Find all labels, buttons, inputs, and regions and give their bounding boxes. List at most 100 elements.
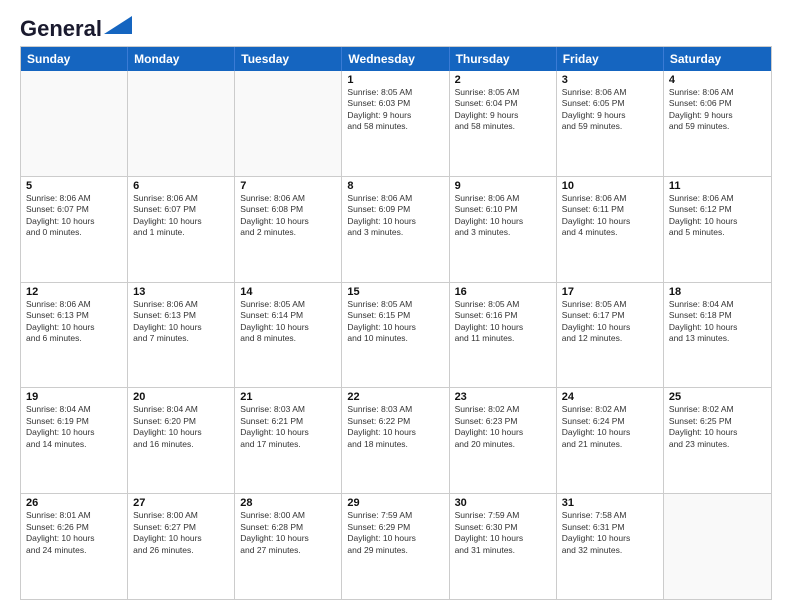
day-info: Sunrise: 8:06 AM Sunset: 6:09 PM Dayligh… xyxy=(347,193,443,239)
day-cell-1: 1Sunrise: 8:05 AM Sunset: 6:03 PM Daylig… xyxy=(342,71,449,176)
day-number: 3 xyxy=(562,74,658,86)
day-info: Sunrise: 8:05 AM Sunset: 6:14 PM Dayligh… xyxy=(240,299,336,345)
logo-icon xyxy=(104,16,132,34)
day-cell-11: 11Sunrise: 8:06 AM Sunset: 6:12 PM Dayli… xyxy=(664,177,771,282)
day-number: 1 xyxy=(347,74,443,86)
day-number: 31 xyxy=(562,497,658,509)
day-number: 16 xyxy=(455,286,551,298)
day-cell-26: 26Sunrise: 8:01 AM Sunset: 6:26 PM Dayli… xyxy=(21,494,128,599)
day-number: 20 xyxy=(133,391,229,403)
day-number: 30 xyxy=(455,497,551,509)
day-info: Sunrise: 8:06 AM Sunset: 6:08 PM Dayligh… xyxy=(240,193,336,239)
day-info: Sunrise: 8:06 AM Sunset: 6:06 PM Dayligh… xyxy=(669,87,766,133)
day-info: Sunrise: 8:05 AM Sunset: 6:03 PM Dayligh… xyxy=(347,87,443,133)
calendar-row-3: 19Sunrise: 8:04 AM Sunset: 6:19 PM Dayli… xyxy=(21,387,771,493)
day-number: 18 xyxy=(669,286,766,298)
day-cell-7: 7Sunrise: 8:06 AM Sunset: 6:08 PM Daylig… xyxy=(235,177,342,282)
calendar-row-0: 1Sunrise: 8:05 AM Sunset: 6:03 PM Daylig… xyxy=(21,71,771,176)
empty-cell xyxy=(235,71,342,176)
day-cell-22: 22Sunrise: 8:03 AM Sunset: 6:22 PM Dayli… xyxy=(342,388,449,493)
day-info: Sunrise: 8:04 AM Sunset: 6:20 PM Dayligh… xyxy=(133,404,229,450)
day-info: Sunrise: 8:06 AM Sunset: 6:05 PM Dayligh… xyxy=(562,87,658,133)
day-number: 23 xyxy=(455,391,551,403)
day-cell-12: 12Sunrise: 8:06 AM Sunset: 6:13 PM Dayli… xyxy=(21,283,128,388)
day-number: 6 xyxy=(133,180,229,192)
day-cell-2: 2Sunrise: 8:05 AM Sunset: 6:04 PM Daylig… xyxy=(450,71,557,176)
day-cell-30: 30Sunrise: 7:59 AM Sunset: 6:30 PM Dayli… xyxy=(450,494,557,599)
day-info: Sunrise: 7:59 AM Sunset: 6:30 PM Dayligh… xyxy=(455,510,551,556)
day-number: 24 xyxy=(562,391,658,403)
day-cell-23: 23Sunrise: 8:02 AM Sunset: 6:23 PM Dayli… xyxy=(450,388,557,493)
day-number: 7 xyxy=(240,180,336,192)
day-info: Sunrise: 8:01 AM Sunset: 6:26 PM Dayligh… xyxy=(26,510,122,556)
day-number: 13 xyxy=(133,286,229,298)
day-cell-31: 31Sunrise: 7:58 AM Sunset: 6:31 PM Dayli… xyxy=(557,494,664,599)
weekday-header-friday: Friday xyxy=(557,47,664,71)
weekday-header-tuesday: Tuesday xyxy=(235,47,342,71)
day-cell-16: 16Sunrise: 8:05 AM Sunset: 6:16 PM Dayli… xyxy=(450,283,557,388)
day-number: 28 xyxy=(240,497,336,509)
day-cell-20: 20Sunrise: 8:04 AM Sunset: 6:20 PM Dayli… xyxy=(128,388,235,493)
day-number: 27 xyxy=(133,497,229,509)
day-cell-4: 4Sunrise: 8:06 AM Sunset: 6:06 PM Daylig… xyxy=(664,71,771,176)
day-cell-6: 6Sunrise: 8:06 AM Sunset: 6:07 PM Daylig… xyxy=(128,177,235,282)
day-number: 29 xyxy=(347,497,443,509)
day-number: 2 xyxy=(455,74,551,86)
day-number: 10 xyxy=(562,180,658,192)
empty-cell xyxy=(664,494,771,599)
day-info: Sunrise: 8:06 AM Sunset: 6:12 PM Dayligh… xyxy=(669,193,766,239)
logo: General xyxy=(20,16,132,36)
day-cell-27: 27Sunrise: 8:00 AM Sunset: 6:27 PM Dayli… xyxy=(128,494,235,599)
day-info: Sunrise: 8:04 AM Sunset: 6:19 PM Dayligh… xyxy=(26,404,122,450)
day-info: Sunrise: 8:04 AM Sunset: 6:18 PM Dayligh… xyxy=(669,299,766,345)
day-info: Sunrise: 8:06 AM Sunset: 6:07 PM Dayligh… xyxy=(133,193,229,239)
day-number: 25 xyxy=(669,391,766,403)
weekday-header-sunday: Sunday xyxy=(21,47,128,71)
day-info: Sunrise: 8:06 AM Sunset: 6:13 PM Dayligh… xyxy=(26,299,122,345)
calendar-row-1: 5 Sunrise: 8:06 AM Sunset: 6:07 PM Daylig… xyxy=(21,176,771,282)
logo-general: General xyxy=(20,16,102,42)
day-cell-29: 29Sunrise: 7:59 AM Sunset: 6:29 PM Dayli… xyxy=(342,494,449,599)
day-cell-10: 10Sunrise: 8:06 AM Sunset: 6:11 PM Dayli… xyxy=(557,177,664,282)
day-number: 19 xyxy=(26,391,122,403)
weekday-header-thursday: Thursday xyxy=(450,47,557,71)
empty-cell xyxy=(21,71,128,176)
day-cell-17: 17Sunrise: 8:05 AM Sunset: 6:17 PM Dayli… xyxy=(557,283,664,388)
day-info: Sunrise: 8:05 AM Sunset: 6:15 PM Dayligh… xyxy=(347,299,443,345)
day-info: Sunrise: 7:59 AM Sunset: 6:29 PM Dayligh… xyxy=(347,510,443,556)
header: General xyxy=(20,16,772,36)
day-cell-18: 18Sunrise: 8:04 AM Sunset: 6:18 PM Dayli… xyxy=(664,283,771,388)
day-cell-28: 28Sunrise: 8:00 AM Sunset: 6:28 PM Dayli… xyxy=(235,494,342,599)
day-cell-3: 3Sunrise: 8:06 AM Sunset: 6:05 PM Daylig… xyxy=(557,71,664,176)
day-number: 5 xyxy=(26,180,122,192)
day-number: 8 xyxy=(347,180,443,192)
day-info: Sunrise: 7:58 AM Sunset: 6:31 PM Dayligh… xyxy=(562,510,658,556)
day-number: 15 xyxy=(347,286,443,298)
empty-cell xyxy=(128,71,235,176)
calendar-row-2: 12Sunrise: 8:06 AM Sunset: 6:13 PM Dayli… xyxy=(21,282,771,388)
day-info: Sunrise: 8:05 AM Sunset: 6:16 PM Dayligh… xyxy=(455,299,551,345)
calendar-row-4: 26Sunrise: 8:01 AM Sunset: 6:26 PM Dayli… xyxy=(21,493,771,599)
day-cell-9: 9Sunrise: 8:06 AM Sunset: 6:10 PM Daylig… xyxy=(450,177,557,282)
day-number: 12 xyxy=(26,286,122,298)
day-number: 4 xyxy=(669,74,766,86)
day-info: Sunrise: 8:00 AM Sunset: 6:28 PM Dayligh… xyxy=(240,510,336,556)
weekday-header-monday: Monday xyxy=(128,47,235,71)
day-info: Sunrise: 8:03 AM Sunset: 6:21 PM Dayligh… xyxy=(240,404,336,450)
day-info: Sunrise: 8:05 AM Sunset: 6:04 PM Dayligh… xyxy=(455,87,551,133)
day-cell-21: 21Sunrise: 8:03 AM Sunset: 6:21 PM Dayli… xyxy=(235,388,342,493)
day-number: 17 xyxy=(562,286,658,298)
day-info: Sunrise: 8:02 AM Sunset: 6:23 PM Dayligh… xyxy=(455,404,551,450)
day-info: Sunrise: 8:06 AM Sunset: 6:11 PM Dayligh… xyxy=(562,193,658,239)
day-number: 14 xyxy=(240,286,336,298)
calendar: SundayMondayTuesdayWednesdayThursdayFrid… xyxy=(20,46,772,600)
day-info: Sunrise: 8:02 AM Sunset: 6:25 PM Dayligh… xyxy=(669,404,766,450)
day-cell-13: 13Sunrise: 8:06 AM Sunset: 6:13 PM Dayli… xyxy=(128,283,235,388)
weekday-header-wednesday: Wednesday xyxy=(342,47,449,71)
day-cell-19: 19Sunrise: 8:04 AM Sunset: 6:19 PM Dayli… xyxy=(21,388,128,493)
day-cell-25: 25Sunrise: 8:02 AM Sunset: 6:25 PM Dayli… xyxy=(664,388,771,493)
day-number: 22 xyxy=(347,391,443,403)
day-cell-24: 24Sunrise: 8:02 AM Sunset: 6:24 PM Dayli… xyxy=(557,388,664,493)
calendar-body: 1Sunrise: 8:05 AM Sunset: 6:03 PM Daylig… xyxy=(21,71,771,599)
day-info: Sunrise: 8:06 AM Sunset: 6:10 PM Dayligh… xyxy=(455,193,551,239)
